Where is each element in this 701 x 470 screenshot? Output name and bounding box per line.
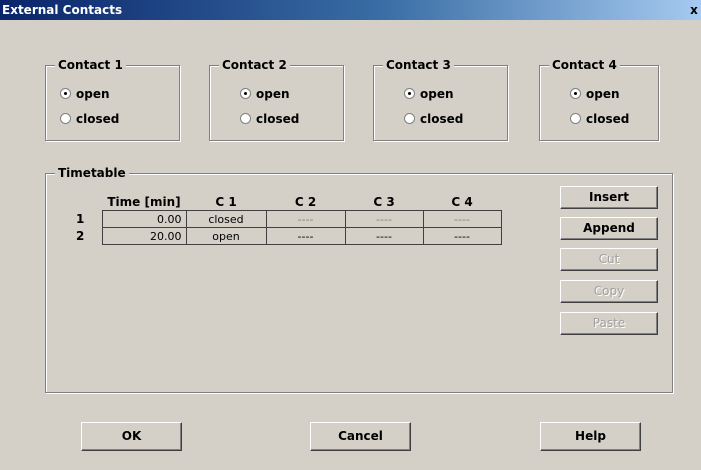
column-header-c2: C 2 [294,195,317,209]
contact-1-open-radio[interactable]: open [60,86,110,102]
radio-checked-icon [60,88,71,99]
radio-checked-icon [240,88,251,99]
c1-cell[interactable]: closed [185,210,267,228]
cut-button[interactable]: Cut [560,248,658,271]
contact-1-label: Contact 1 [55,57,126,73]
c3-cell[interactable]: ---- [344,227,424,245]
column-header-time: Time [min] [107,195,181,209]
radio-unchecked-icon [60,113,71,124]
radio-label: closed [76,112,120,126]
contact-4-closed-radio[interactable]: closed [570,111,629,127]
title-bar: External Contacts x [0,0,701,20]
table-row[interactable]: 2 20.00 open ---- ---- ---- [70,227,502,245]
column-header-c3: C 3 [373,195,395,209]
contact-1-group: Contact 1 open closed [45,57,180,141]
row-index: 2 [70,227,102,245]
contact-3-closed-radio[interactable]: closed [404,111,463,127]
timetable-label: Timetable [55,165,129,181]
radio-unchecked-icon [404,113,415,124]
help-button[interactable]: Help [540,422,641,451]
paste-button[interactable]: Paste [560,312,658,335]
contact-1-closed-radio[interactable]: closed [60,111,119,127]
radio-label: open [586,87,620,101]
c4-cell[interactable]: ---- [422,210,502,228]
radio-unchecked-icon [570,113,581,124]
table-row[interactable]: 1 0.00 closed ---- ---- ---- [70,210,502,228]
radio-checked-icon [570,88,581,99]
radio-label: open [256,87,290,101]
row-index-header [70,194,102,211]
time-cell[interactable]: 20.00 [101,227,187,245]
radio-label: closed [256,112,300,126]
contact-2-group: Contact 2 open closed [209,57,344,141]
append-button[interactable]: Append [560,217,658,240]
column-header-c1: C 1 [215,195,237,209]
contact-3-label: Contact 3 [383,57,454,73]
radio-label: closed [586,112,630,126]
contact-4-open-radio[interactable]: open [570,86,620,102]
row-index: 1 [70,210,102,228]
radio-label: closed [420,112,464,126]
contact-2-label: Contact 2 [219,57,290,73]
contact-4-group: Contact 4 open closed [539,57,659,141]
radio-label: open [420,87,454,101]
contact-2-open-radio[interactable]: open [240,86,290,102]
radio-unchecked-icon [240,113,251,124]
c2-cell[interactable]: ---- [265,227,346,245]
contact-3-open-radio[interactable]: open [404,86,454,102]
c1-cell[interactable]: open [185,227,267,245]
ok-button[interactable]: OK [81,422,182,451]
table-header-row: Time [min] C 1 C 2 C 3 C 4 [70,194,501,211]
radio-checked-icon [404,88,415,99]
c4-cell[interactable]: ---- [422,227,502,245]
contact-3-group: Contact 3 open closed [373,57,508,141]
column-header-c4: C 4 [451,195,473,209]
timetable-grid: Time [min] C 1 C 2 C 3 C 4 1 0.00 closed… [70,194,502,245]
close-icon[interactable]: x [689,3,699,17]
c3-cell[interactable]: ---- [344,210,424,228]
insert-button[interactable]: Insert [560,186,658,209]
contact-4-label: Contact 4 [549,57,620,73]
time-cell[interactable]: 0.00 [101,210,187,228]
window-title: External Contacts [2,3,123,17]
contact-2-closed-radio[interactable]: closed [240,111,299,127]
copy-button[interactable]: Copy [560,280,658,303]
cancel-button[interactable]: Cancel [310,422,411,451]
radio-label: open [76,87,110,101]
c2-cell[interactable]: ---- [265,210,346,228]
